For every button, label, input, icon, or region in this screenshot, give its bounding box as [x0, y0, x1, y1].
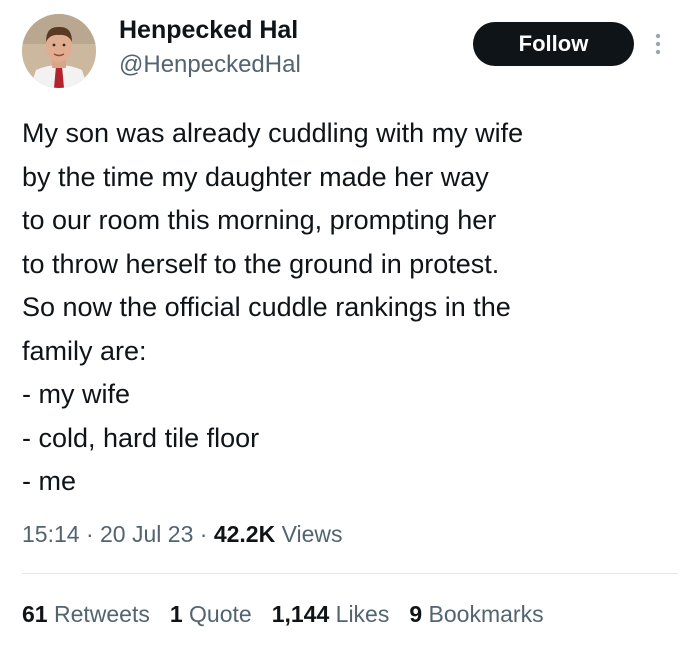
tweet-text-line: - my wife	[22, 379, 130, 409]
quotes-label: Quote	[182, 601, 252, 627]
bookmarks-stat[interactable]: 9 Bookmarks	[409, 598, 543, 630]
meta-separator: ·	[193, 521, 214, 547]
engagement-stats: 61 Retweets 1 Quote 1,144 Likes 9 Bookmarks	[22, 598, 564, 630]
quotes-stat[interactable]: 1 Quote	[170, 598, 252, 630]
bookmarks-label: Bookmarks	[422, 601, 544, 627]
tweet-metadata: 15:14 · 20 Jul 23 · 42.2K Views	[22, 518, 343, 550]
meta-separator: ·	[79, 521, 101, 547]
tweet-text: My son was already cuddling with my wife…	[22, 112, 682, 504]
follow-button[interactable]: Follow	[473, 22, 634, 66]
tweet-text-line: My son was already cuddling with my wife	[22, 118, 524, 148]
bookmarks-count: 9	[409, 601, 423, 627]
tweet-text-line: - me	[22, 466, 76, 496]
likes-stat[interactable]: 1,144 Likes	[272, 598, 390, 630]
tweet-text-line: by the time my daughter made her way	[22, 161, 489, 192]
likes-label: Likes	[329, 601, 390, 627]
author-display-name[interactable]: Henpecked Hal	[119, 14, 298, 46]
tweet-text-line: - cold, hard tile floor	[22, 422, 260, 453]
avatar[interactable]	[22, 14, 96, 88]
divider	[22, 573, 678, 574]
tweet-text-line: to our room this morning, prompting her	[22, 205, 497, 235]
profile-photo-icon	[22, 14, 96, 88]
tweet-text-line: to throw herself to the ground in protes…	[22, 248, 500, 279]
quotes-count: 1	[169, 601, 183, 627]
tweet-text-line: family are:	[22, 335, 147, 366]
retweets-label: Retweets	[47, 601, 150, 627]
more-options-icon[interactable]	[651, 30, 665, 58]
likes-count: 1,144	[271, 601, 330, 627]
tweet-time[interactable]: 15:14	[22, 521, 80, 547]
tweet-card: Henpecked Hal @HenpeckedHal Follow My so…	[0, 0, 700, 645]
author-handle[interactable]: @HenpeckedHal	[119, 50, 301, 80]
tweet-date[interactable]: 20 Jul 23	[100, 521, 193, 547]
tweet-text-line: So now the official cuddle rankings in t…	[22, 292, 511, 322]
retweets-stat[interactable]: 61 Retweets	[22, 598, 150, 630]
views-label: Views	[275, 521, 343, 547]
views-count: 42.2K	[213, 521, 276, 547]
retweets-count: 61	[22, 601, 48, 627]
